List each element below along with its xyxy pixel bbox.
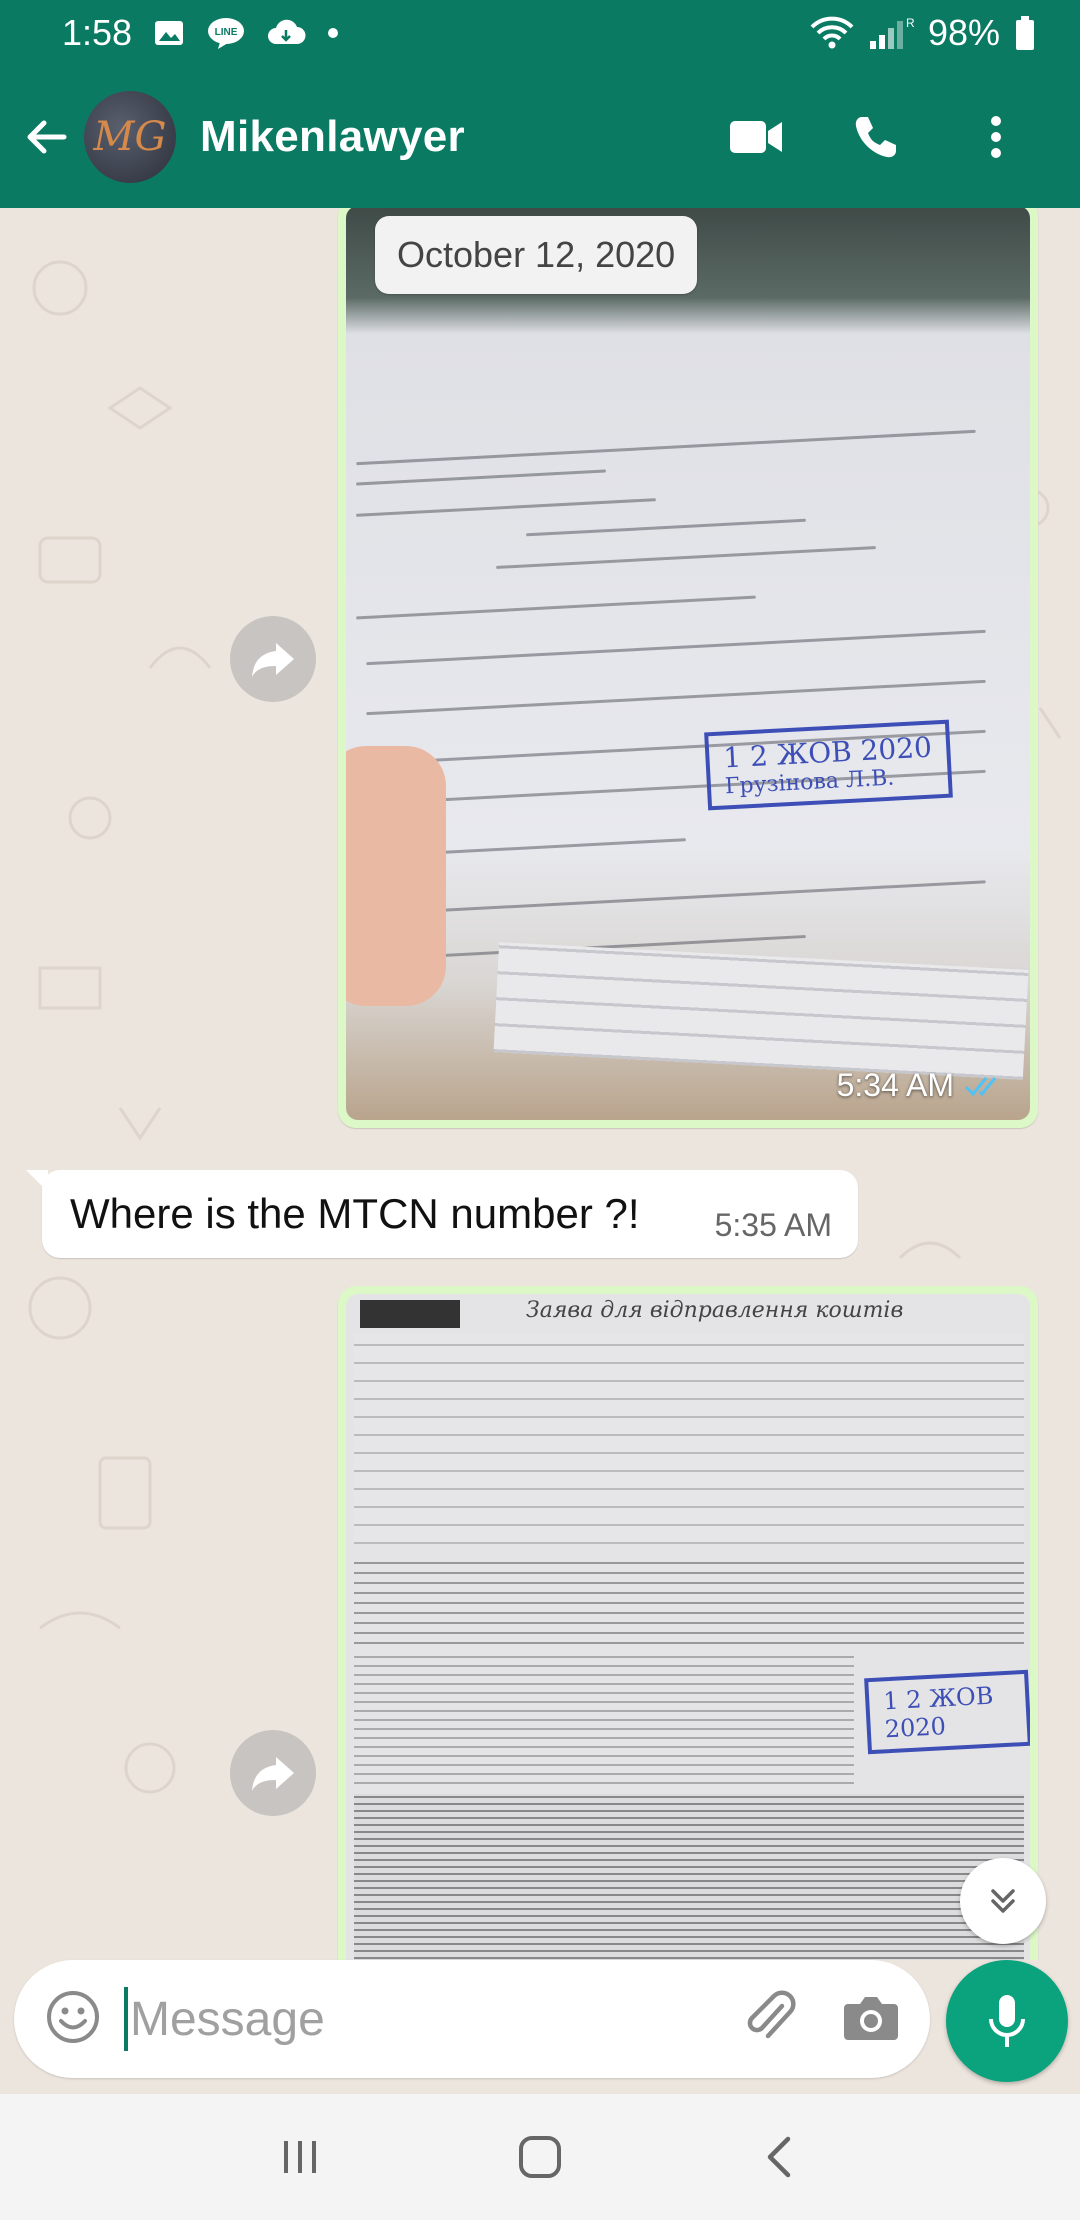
battery-icon [1014, 15, 1036, 51]
home-button[interactable] [495, 2112, 585, 2202]
dot-icon [326, 26, 340, 40]
back-button[interactable] [18, 109, 74, 165]
more-options-button[interactable] [936, 87, 1056, 187]
forward-button[interactable] [230, 1730, 316, 1816]
gallery-icon [152, 16, 186, 50]
status-right: R 98% [810, 12, 1036, 54]
line-icon: LINE [206, 16, 246, 50]
attach-button[interactable] [742, 1988, 800, 2051]
message-time: 5:35 AM [714, 1206, 832, 1243]
bank-stamp: 1 2 ЖОВ 2020 [864, 1669, 1030, 1755]
system-back-button[interactable] [735, 2112, 825, 2202]
message-input[interactable] [130, 1991, 630, 2047]
video-call-icon [730, 121, 782, 153]
back-icon [767, 2136, 791, 2178]
emoji-button[interactable] [44, 1988, 102, 2051]
cloud-icon [266, 18, 306, 48]
outgoing-image-message[interactable]: Заява для відправлення коштів 1 2 ЖОВ 20… [338, 1286, 1038, 1960]
outgoing-image-message[interactable]: 1 2 ЖОВ 2020 Грузінова Л.В. 5:34 AM [338, 208, 1038, 1128]
arrow-left-icon [27, 120, 67, 154]
status-left: 1:58 LINE [62, 12, 340, 54]
form-text [354, 1654, 854, 1784]
battery-percent: 98% [927, 12, 1000, 53]
call-icon [855, 117, 896, 158]
header-actions [696, 87, 1056, 187]
message-time: 5:34 AM [836, 1067, 954, 1103]
doc-line [526, 518, 806, 537]
emoji-icon [47, 1990, 99, 2043]
camera-icon [844, 1996, 898, 2040]
doc-line [366, 679, 986, 716]
terms-text [354, 1794, 1024, 1960]
forward-button[interactable] [230, 616, 316, 702]
voice-record-button[interactable] [946, 1960, 1068, 2082]
message-text: Where is the MTCN number ?! [70, 1190, 640, 1237]
doc-line [356, 469, 606, 486]
message-composer [14, 1960, 930, 2078]
western-union-form-photo[interactable]: Заява для відправлення коштів 1 2 ЖОВ 20… [346, 1294, 1030, 1960]
voice-call-button[interactable] [816, 87, 936, 187]
avatar-initials: MG [93, 114, 167, 160]
mic-icon [989, 1995, 1025, 2047]
bubble-tail [26, 1170, 48, 1192]
hand [346, 746, 446, 1006]
doc-line [386, 880, 986, 915]
recents-button[interactable] [255, 2112, 345, 2202]
wu-logo [360, 1300, 460, 1328]
doc-line [496, 546, 876, 569]
wifi-icon [810, 15, 854, 51]
contact-name[interactable]: Mikenlawyer [200, 112, 465, 162]
message-meta: 5:34 AM [837, 1067, 1004, 1104]
avatar[interactable]: MG [84, 91, 176, 183]
text-cursor [124, 1987, 128, 2051]
form-title: Заява для відправлення коштів [526, 1298, 904, 1323]
chevron-double-down-icon [991, 1889, 1015, 1913]
chat-area[interactable]: 1 2 ЖОВ 2020 Грузінова Л.В. 5:34 AM Octo… [0, 208, 1080, 1960]
doc-line [356, 429, 976, 466]
system-nav-bar [0, 2094, 1080, 2220]
status-time: 1:58 [62, 12, 133, 53]
incoming-text-message[interactable]: Where is the MTCN number ?! 5:35 AM [26, 1170, 858, 1258]
doc-line [356, 498, 656, 517]
receipt-photo[interactable]: 1 2 ЖОВ 2020 Грузінова Л.В. 5:34 AM [346, 208, 1030, 1120]
rate-table [493, 942, 1029, 1080]
scroll-to-bottom-button[interactable] [960, 1858, 1046, 1944]
read-ticks-icon [964, 1076, 997, 1096]
date-chip: October 12, 2020 [375, 216, 698, 294]
video-call-button[interactable] [696, 87, 816, 187]
forward-icon [252, 643, 294, 677]
form-fields [354, 1334, 1024, 1544]
attach-icon [747, 1989, 796, 2038]
recents-icon [284, 2141, 316, 2173]
forward-icon [252, 1757, 294, 1791]
bank-stamp: 1 2 ЖОВ 2020 Грузінова Л.В. [704, 719, 953, 811]
doc-line [366, 629, 986, 666]
status-bar: 1:58 LINE R 98% [0, 0, 1080, 66]
camera-button[interactable] [842, 1992, 900, 2047]
svg-text:LINE: LINE [215, 27, 238, 38]
more-icon [991, 116, 1001, 158]
doc-line [356, 595, 756, 620]
home-icon [519, 2136, 561, 2178]
signal-label: R [906, 16, 914, 30]
form-text [354, 1554, 1024, 1644]
signal-icon: R [868, 15, 914, 51]
composer-actions [742, 1988, 900, 2051]
chat-header: MG Mikenlawyer [0, 66, 1080, 208]
